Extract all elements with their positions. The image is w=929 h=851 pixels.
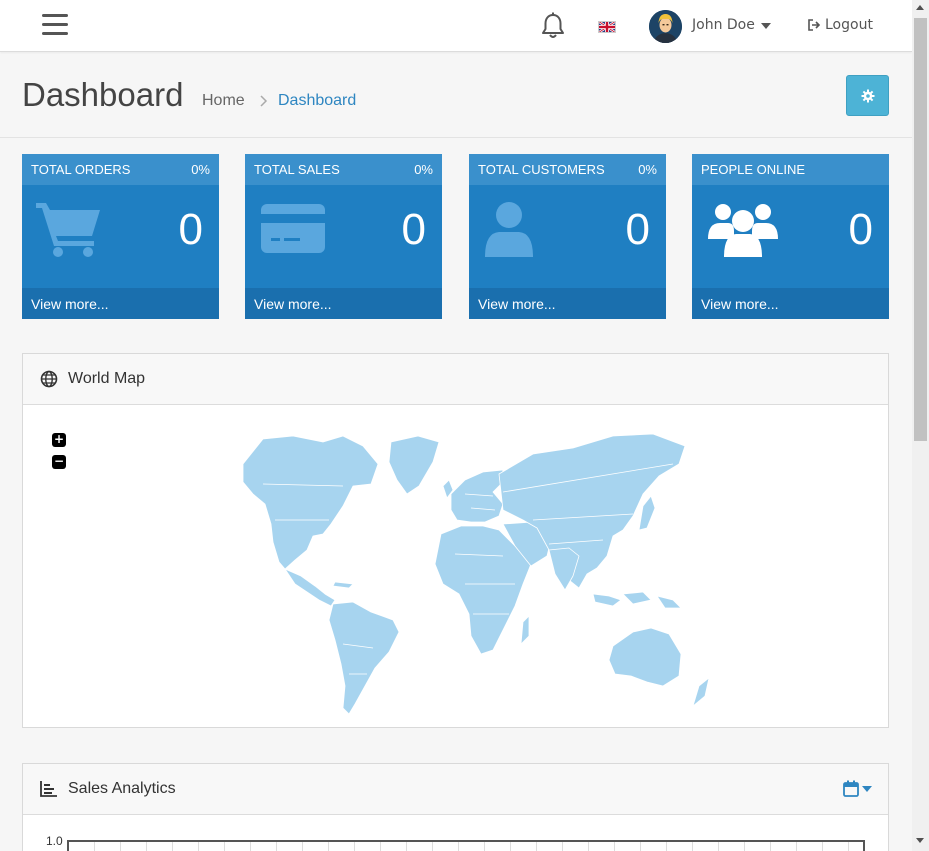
- tile-percent: 0%: [191, 162, 210, 177]
- panel-title: Sales Analytics: [68, 780, 176, 797]
- scroll-down-arrow[interactable]: [916, 838, 924, 843]
- world-map[interactable]: [203, 424, 713, 724]
- tile-title: TOTAL CUSTOMERS: [478, 162, 605, 177]
- scroll-up-arrow[interactable]: [916, 5, 924, 10]
- globe-icon: [40, 370, 58, 388]
- panel-title: World Map: [68, 370, 146, 387]
- tile-title: TOTAL ORDERS: [31, 162, 131, 177]
- tile-total-customers: TOTAL CUSTOMERS 0% 0 View more...: [469, 154, 666, 319]
- user-icon: [483, 200, 535, 262]
- tile-percent: 0%: [414, 162, 433, 177]
- tile-people-online: PEOPLE ONLINE 0 View more...: [692, 154, 889, 319]
- bell-icon[interactable]: [540, 12, 566, 40]
- y-axis-tick: 1.0: [46, 834, 63, 848]
- logout-link[interactable]: Logout: [807, 17, 873, 33]
- zoom-out-button[interactable]: −: [52, 455, 66, 469]
- scroll-thumb[interactable]: [914, 18, 927, 441]
- zoom-in-button[interactable]: +: [52, 433, 66, 447]
- tile-title: PEOPLE ONLINE: [701, 162, 806, 177]
- page-header: Dashboard Home Dashboard: [0, 53, 912, 138]
- tile-value: 0: [848, 205, 873, 254]
- tile-total-sales: TOTAL SALES 0% 0 View more...: [245, 154, 442, 319]
- logout-label: Logout: [825, 17, 873, 33]
- tile-percent: 0%: [638, 162, 657, 177]
- breadcrumb-home[interactable]: Home: [202, 92, 245, 110]
- shopping-cart-icon: [36, 200, 102, 262]
- date-range-dropdown[interactable]: [843, 780, 872, 797]
- view-more-link[interactable]: View more...: [469, 288, 666, 319]
- logout-icon: [808, 19, 821, 31]
- view-more-link[interactable]: View more...: [692, 288, 889, 319]
- user-name[interactable]: John Doe: [692, 17, 755, 33]
- chevron-down-icon[interactable]: [761, 23, 771, 29]
- page-title: Dashboard: [22, 76, 184, 113]
- settings-button[interactable]: [846, 75, 889, 116]
- uk-flag-icon[interactable]: [597, 20, 617, 34]
- chevron-down-icon: [862, 785, 872, 792]
- chart-icon: [40, 781, 57, 797]
- breadcrumb-dashboard[interactable]: Dashboard: [278, 92, 356, 110]
- tile-value: 0: [625, 205, 650, 254]
- world-map-panel: World Map + −: [22, 353, 889, 728]
- chevron-right-icon: [259, 94, 269, 108]
- scrollbar[interactable]: [912, 0, 929, 851]
- tile-total-orders: TOTAL ORDERS 0% 0 View more...: [22, 154, 219, 319]
- calendar-icon: [843, 780, 859, 797]
- tile-title: TOTAL SALES: [254, 162, 340, 177]
- view-more-link[interactable]: View more...: [245, 288, 442, 319]
- credit-card-icon: [261, 204, 325, 258]
- tile-value: 0: [401, 205, 426, 254]
- sales-analytics-panel: Sales Analytics 1.0: [22, 763, 889, 851]
- menu-icon[interactable]: [42, 14, 68, 36]
- top-navbar: John Doe Logout: [0, 0, 912, 52]
- view-more-link[interactable]: View more...: [22, 288, 219, 319]
- chart-plot-area: [67, 840, 865, 851]
- gear-icon: [861, 89, 874, 102]
- tile-value: 0: [178, 205, 203, 254]
- users-icon: [708, 201, 778, 263]
- avatar[interactable]: [649, 10, 682, 43]
